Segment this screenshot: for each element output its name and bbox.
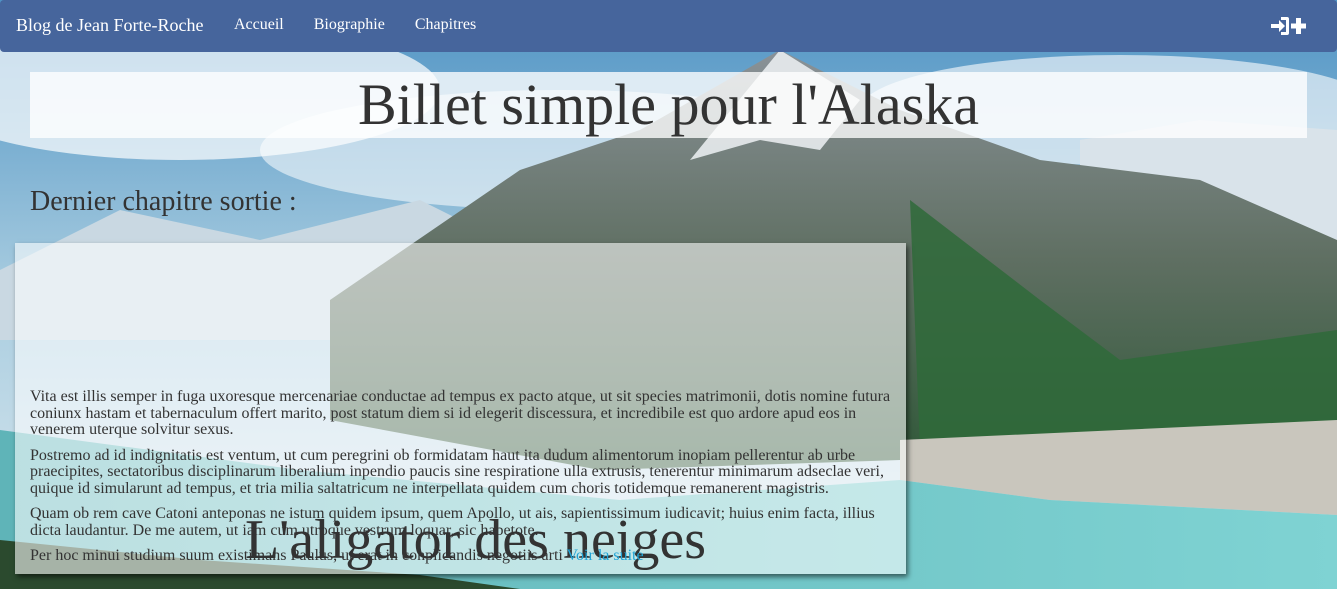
- top-navbar: Blog de Jean Forte-Roche Accueil Biograp…: [0, 0, 1337, 52]
- nav-link-chapitres[interactable]: Chapitres: [415, 16, 476, 34]
- excerpt-paragraph-last: Per hoc minui studium suum existimans Pa…: [30, 547, 894, 565]
- hero-title-band: Billet simple pour l'Alaska: [30, 72, 1307, 138]
- brand-link[interactable]: Blog de Jean Forte-Roche: [16, 15, 203, 36]
- nav-link-accueil[interactable]: Accueil: [234, 16, 284, 34]
- latest-chapter-card: L'aligator des neiges Vita est illis sem…: [15, 243, 906, 574]
- excerpt-paragraph-text: Per hoc minui studium suum existimans Pa…: [30, 547, 563, 564]
- read-more-link[interactable]: Voir la suite: [567, 547, 644, 564]
- chapter-excerpt: Vita est illis semper in fuga uxoresque …: [30, 388, 894, 574]
- excerpt-paragraph: Postremo ad id indignitatis est ventum, …: [30, 446, 884, 497]
- excerpt-paragraph: Quam ob rem cave Catoni anteponas ne ist…: [30, 505, 875, 539]
- login-user-plus-icon[interactable]: [1269, 14, 1309, 38]
- latest-chapter-label: Dernier chapitre sortie :: [30, 186, 297, 217]
- nav-links: Accueil Biographie Chapitres: [234, 16, 476, 34]
- excerpt-paragraph: Vita est illis semper in fuga uxoresque …: [30, 388, 891, 438]
- page-title: Billet simple pour l'Alaska: [358, 72, 979, 137]
- nav-link-biographie[interactable]: Biographie: [314, 16, 385, 34]
